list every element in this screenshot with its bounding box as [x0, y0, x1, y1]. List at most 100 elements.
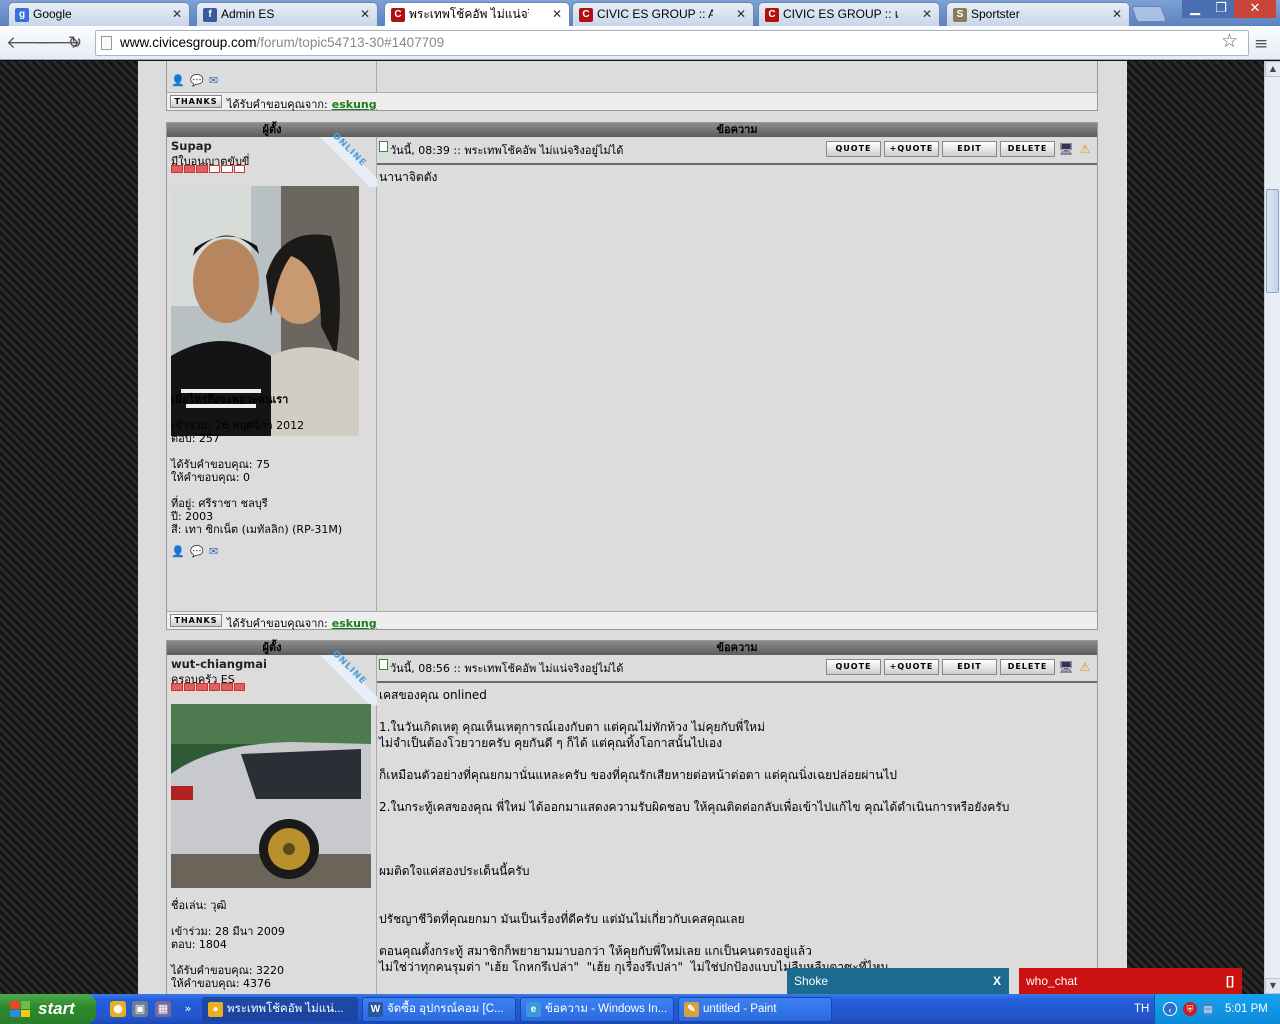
tab-civic-admin[interactable]: CCIVIC ES GROUP :: Admin ::✕: [572, 2, 754, 26]
email-icon[interactable]: ✉: [209, 545, 225, 559]
user-nickname: ชื่อเล่น: วุฒิ: [171, 899, 227, 912]
quote-button[interactable]: QUOTE: [826, 141, 881, 157]
post-body: เคสของคุณ onlined 1.ในวันเกิดเหตุ คุณเห็น…: [379, 687, 1093, 975]
post-body-line: เคสของคุณ onlined: [379, 688, 487, 702]
profile-icon[interactable]: 👤: [171, 545, 187, 559]
pm-icon[interactable]: 💬: [190, 74, 206, 88]
pm-icon[interactable]: 💬: [190, 545, 206, 559]
bookmark-star-icon[interactable]: ☆: [1221, 30, 1238, 52]
post-body-line: ตอนคุณตั้งกระทู้ สมาชิกก็พยายามมาบอกว่า …: [379, 944, 812, 958]
taskbar-item[interactable]: ● พระเทพโช้คอัพ ไม่แน่...: [202, 997, 358, 1022]
thanks-label: ได้รับคำขอบคุณจาก:: [227, 617, 328, 630]
tab-civic-board[interactable]: CCIVIC ES GROUP :: เว็บบอร์ด✕: [758, 2, 940, 26]
vertical-scrollbar[interactable]: ▲ ▼: [1264, 61, 1280, 994]
chrome-quicklaunch-icon[interactable]: ●: [110, 1001, 126, 1017]
post-body-line: ผมติดใจแค่สองประเด็นนี้ครับ: [379, 864, 530, 878]
reload-button[interactable]: ↻: [64, 33, 86, 55]
quicklaunch-more-icon[interactable]: »: [180, 1001, 196, 1017]
ip-computer-icon[interactable]: 🖥: [1058, 659, 1074, 675]
username[interactable]: Supap: [171, 139, 212, 153]
close-icon[interactable]: X: [993, 968, 1001, 994]
shoke-chat-bar[interactable]: Shoke X: [787, 968, 1009, 994]
multi-quote-button[interactable]: +QUOTE: [884, 141, 939, 157]
scroll-down-icon[interactable]: ▼: [1265, 978, 1280, 994]
quicklaunch-app-icon[interactable]: ▣: [132, 1001, 148, 1017]
minimize-button[interactable]: ▁: [1182, 0, 1208, 18]
post-header: ผู้ตั้ง ข้อความ: [167, 641, 1097, 655]
antivirus-icon[interactable]: ⛨: [1183, 1002, 1197, 1016]
close-tab-icon[interactable]: ✕: [736, 3, 746, 25]
forum-post: ผู้ตั้ง ข้อความ ONLINE Supap มีใบอนุญาตขั…: [166, 122, 1098, 630]
report-warning-icon[interactable]: ⚠: [1077, 141, 1093, 157]
expand-icon[interactable]: []: [1226, 968, 1234, 994]
chrome-icon: ●: [208, 1002, 223, 1017]
network-icon[interactable]: ▤: [1201, 1002, 1215, 1016]
post-body-line: [379, 879, 1093, 895]
start-button[interactable]: start: [0, 994, 96, 1024]
taskbar-item[interactable]: ✎ untitled - Paint: [678, 997, 832, 1022]
paint-icon: ✎: [684, 1002, 699, 1017]
address-bar[interactable]: www.civicesgroup.com/forum/topic54713-30…: [95, 30, 1249, 56]
car-year: ปี: 2003: [171, 510, 214, 523]
forward-button[interactable]: 🡒: [35, 33, 81, 55]
system-tray: ‹ ⛨ ▤ 5:01 PM: [1154, 994, 1280, 1024]
who-chat-bar[interactable]: who_chat []: [1019, 968, 1242, 994]
post-body-line: [379, 783, 1093, 799]
rank-stars: [171, 683, 245, 691]
profile-icon[interactable]: 👤: [171, 74, 187, 88]
tab-sportster[interactable]: S Sportster ✕: [946, 2, 1130, 26]
shoke-chat-label: Shoke: [794, 974, 829, 988]
thanked-user-link[interactable]: eskung: [332, 617, 377, 630]
email-icon[interactable]: ✉: [209, 74, 225, 88]
edit-button[interactable]: EDIT: [942, 659, 997, 675]
delete-button[interactable]: DELETE: [1000, 141, 1055, 157]
civic-es-icon: C: [579, 8, 593, 22]
close-tab-icon[interactable]: ✕: [172, 3, 182, 25]
restore-button[interactable]: ❐: [1208, 0, 1234, 18]
post-header: ผู้ตั้ง ข้อความ: [167, 123, 1097, 137]
back-button[interactable]: 🡐: [6, 33, 52, 55]
close-window-button[interactable]: ✕: [1234, 0, 1276, 18]
language-indicator[interactable]: TH: [1134, 994, 1149, 1024]
tray-expand-icon[interactable]: ‹: [1163, 1002, 1177, 1016]
edit-button[interactable]: EDIT: [942, 141, 997, 157]
ip-computer-icon[interactable]: 🖥: [1058, 141, 1074, 157]
scroll-up-icon[interactable]: ▲: [1265, 61, 1280, 77]
taskbar-item[interactable]: W จัดซื้อ อุปกรณ์คอม [C...: [362, 997, 516, 1022]
username[interactable]: wut-chiangmai: [171, 657, 267, 671]
tab-current-topic[interactable]: Cพระเทพโช้คอัพ ไม่แน่จริงอยู่ไม่ได้✕: [384, 2, 570, 27]
post-body-line: [379, 831, 1093, 847]
post-body-line: 2.ในกระทู้เคสของคุณ พี่ใหม่ ได้ออกมาแสดง…: [379, 800, 1010, 814]
join-date: เข้าร่วม: 26 พฤศจิกา 2012: [171, 419, 305, 432]
post-body-line: [379, 847, 1093, 863]
delete-button[interactable]: DELETE: [1000, 659, 1055, 675]
post-meta: วันนี้, 08:39 :: พระเทพโช้คอัพ ไม่แน่จริ…: [390, 144, 624, 157]
thanks-button[interactable]: THANKS: [170, 95, 222, 108]
user-location: ที่อยู่: ศรีราชา ชลบุรี: [171, 497, 268, 510]
post-body-line: ปรัชญาชีวิตที่คุณยกมา มันเป็นเรื่องที่ดี…: [379, 912, 745, 926]
post-meta: วันนี้, 08:56 :: พระเทพโช้คอัพ ไม่แน่จริ…: [390, 662, 624, 675]
tab-google[interactable]: g Google ✕: [8, 2, 190, 26]
quote-button[interactable]: QUOTE: [826, 659, 881, 675]
post-body-line: [379, 815, 1093, 831]
user-icons: 👤 💬 ✉: [171, 545, 225, 559]
post-body-line: [379, 703, 1093, 719]
report-warning-icon[interactable]: ⚠: [1077, 659, 1093, 675]
scroll-thumb[interactable]: [1266, 189, 1279, 293]
multi-quote-button[interactable]: +QUOTE: [884, 659, 939, 675]
quicklaunch-app-icon[interactable]: ▦: [155, 1001, 171, 1017]
wrench-menu-icon[interactable]: ≡: [1254, 34, 1268, 54]
user-signature: เมื่อไหร่ถึงจะพอวะคนเรา: [171, 393, 289, 406]
close-tab-icon[interactable]: ✕: [552, 3, 562, 25]
close-tab-icon[interactable]: ✕: [360, 3, 370, 25]
taskbar-item[interactable]: e ข้อความ - Windows In...: [520, 997, 674, 1022]
tab-admin-es[interactable]: f Admin ES ✕: [196, 2, 378, 26]
forum-post: ผู้ตั้ง ข้อความ ONLINE wut-chiangmai ครอบ…: [166, 640, 1098, 994]
new-tab-button[interactable]: [1131, 6, 1167, 22]
close-tab-icon[interactable]: ✕: [922, 3, 932, 25]
thanks-button[interactable]: THANKS: [170, 614, 222, 627]
sportster-icon: S: [953, 8, 967, 22]
thanked-user-link[interactable]: eskung: [332, 98, 377, 111]
facebook-icon: f: [203, 8, 217, 22]
close-tab-icon[interactable]: ✕: [1112, 3, 1122, 25]
